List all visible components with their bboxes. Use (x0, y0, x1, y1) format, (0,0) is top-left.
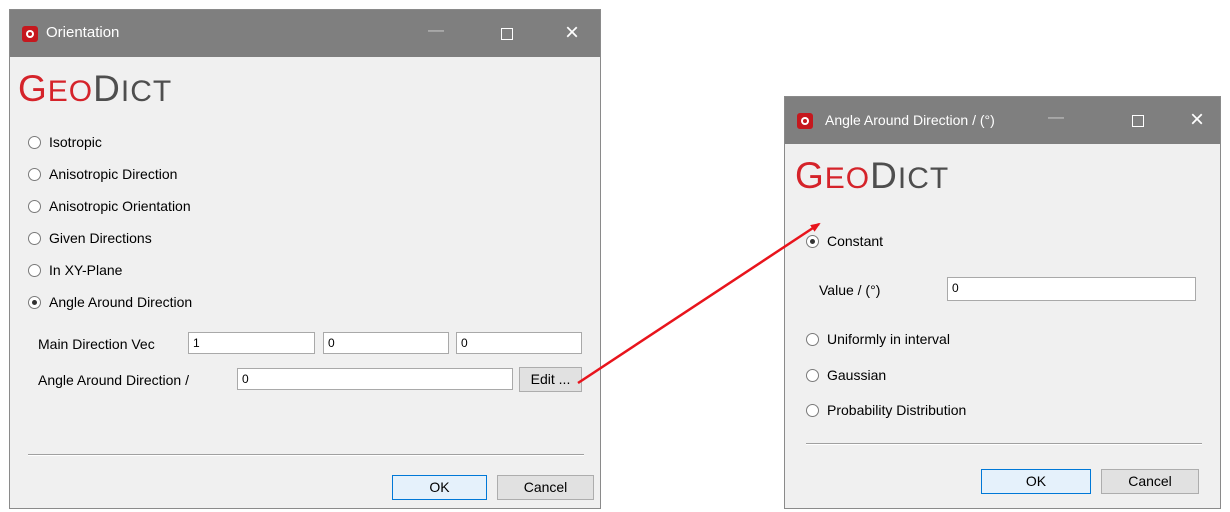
main-direction-x-input[interactable]: 1 (188, 332, 315, 354)
maximize-icon[interactable] (1132, 115, 1144, 127)
radio-probability-distribution[interactable]: Probability Distribution (806, 400, 966, 420)
ok-button[interactable]: OK (392, 475, 487, 500)
window-title: Angle Around Direction / (°) (825, 112, 995, 128)
radio-label: In XY-Plane (49, 262, 123, 278)
geodict-logo: GEODICT (795, 155, 950, 196)
edit-button[interactable]: Edit ... (519, 367, 582, 392)
maximize-icon[interactable] (501, 28, 513, 40)
radio-uniformly-in-interval[interactable]: Uniformly in interval (806, 329, 950, 349)
radio-button[interactable] (806, 234, 819, 248)
ok-button[interactable]: OK (981, 469, 1091, 494)
orientation-titlebar[interactable]: Orientation — × (10, 10, 600, 57)
orientation-dialog: Orientation — × GEODICT Isotropic Anisot… (9, 9, 601, 509)
radio-label: Isotropic (49, 134, 102, 150)
value-input[interactable]: 0 (947, 277, 1196, 301)
radio-button[interactable] (28, 135, 41, 149)
separator (28, 454, 584, 456)
radio-label: Uniformly in interval (827, 331, 950, 347)
radio-button[interactable] (28, 167, 41, 181)
main-direction-y-input[interactable]: 0 (323, 332, 449, 354)
radio-button[interactable] (806, 332, 819, 346)
radio-label: Anisotropic Direction (49, 166, 178, 182)
radio-label: Given Directions (49, 230, 152, 246)
separator (806, 443, 1202, 445)
close-icon[interactable]: × (565, 21, 579, 45)
radio-in-xy-plane[interactable]: In XY-Plane (28, 260, 122, 280)
minimize-icon[interactable]: — (1048, 109, 1064, 127)
angle-dialog: Angle Around Direction / (°) — × GEODICT… (784, 96, 1221, 509)
radio-anisotropic-direction[interactable]: Anisotropic Direction (28, 164, 177, 184)
minimize-icon[interactable]: — (428, 22, 444, 40)
radio-angle-around-direction[interactable]: Angle Around Direction (28, 292, 192, 312)
radio-gaussian[interactable]: Gaussian (806, 365, 886, 385)
radio-button[interactable] (28, 295, 41, 309)
radio-label: Anisotropic Orientation (49, 198, 191, 214)
geodict-logo: GEODICT (18, 68, 173, 109)
radio-label: Angle Around Direction (49, 294, 193, 310)
radio-button[interactable] (28, 199, 41, 213)
angle-around-direction-label: Angle Around Direction / (38, 372, 189, 388)
radio-given-directions[interactable]: Given Directions (28, 228, 152, 248)
angle-around-direction-input[interactable]: 0 (237, 368, 513, 390)
value-label: Value / (°) (819, 282, 881, 298)
radio-label: Constant (827, 233, 884, 249)
radio-isotropic[interactable]: Isotropic (28, 132, 102, 152)
main-direction-z-input[interactable]: 0 (456, 332, 582, 354)
window-title: Orientation (46, 24, 120, 41)
geodict-app-icon (797, 113, 813, 129)
cancel-button[interactable]: Cancel (1101, 469, 1199, 494)
cancel-button[interactable]: Cancel (497, 475, 594, 500)
radio-label: Probability Distribution (827, 402, 967, 418)
main-direction-label: Main Direction Vec (38, 336, 155, 352)
radio-button[interactable] (806, 368, 819, 382)
radio-button[interactable] (28, 231, 41, 245)
radio-constant[interactable]: Constant (806, 231, 883, 251)
angle-titlebar[interactable]: Angle Around Direction / (°) — × (785, 97, 1220, 144)
radio-button[interactable] (28, 263, 41, 277)
radio-anisotropic-orientation[interactable]: Anisotropic Orientation (28, 196, 191, 216)
radio-button[interactable] (806, 403, 819, 417)
geodict-app-icon (22, 26, 38, 42)
radio-label: Gaussian (827, 367, 887, 383)
close-icon[interactable]: × (1190, 108, 1204, 132)
